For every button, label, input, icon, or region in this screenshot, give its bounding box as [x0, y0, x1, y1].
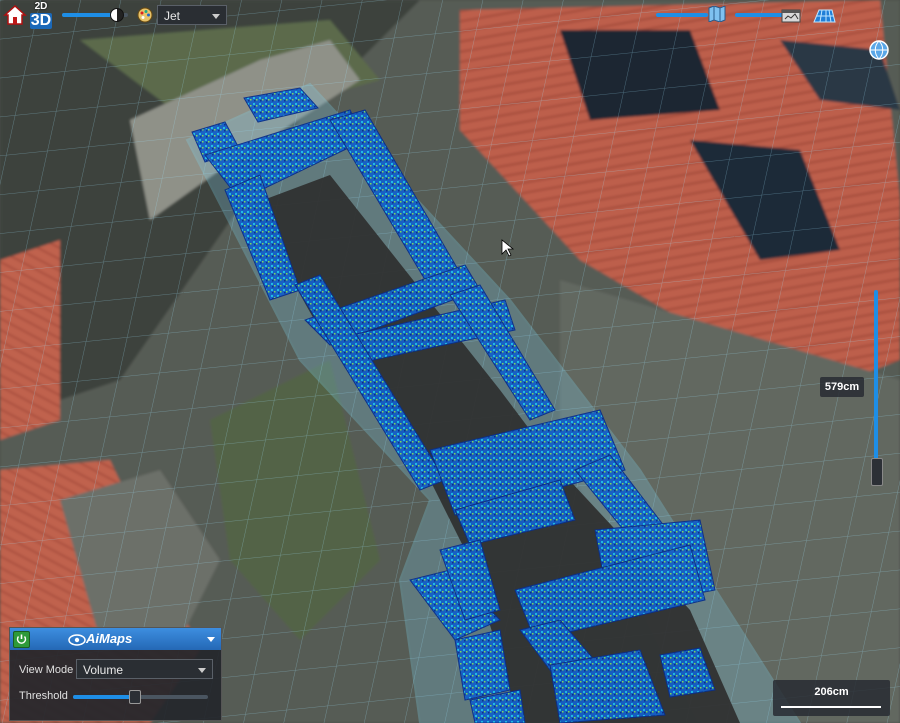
top-toolbar: 2D 3D Jet — [0, 0, 900, 60]
map-viewport[interactable] — [0, 0, 900, 723]
globe-icon[interactable] — [869, 40, 889, 65]
view-mode-value: Volume — [83, 663, 124, 677]
palette-icon — [137, 7, 153, 23]
collapse-icon[interactable] — [207, 637, 215, 642]
scale-label: 206cm — [814, 686, 849, 698]
home-icon[interactable] — [3, 3, 27, 27]
opacity-slider-knob[interactable] — [110, 8, 124, 22]
grid-icon[interactable] — [810, 6, 836, 29]
aimaps-logo-icon — [68, 633, 86, 651]
chevron-down-icon — [212, 14, 220, 19]
power-button[interactable] — [13, 631, 30, 648]
mode-3d-label: 3D — [30, 12, 52, 29]
palette-select[interactable]: Jet — [157, 5, 227, 25]
threshold-slider-knob[interactable] — [129, 690, 141, 704]
brand-name: AiMaps — [86, 631, 133, 646]
mode-2d-label: 2D — [34, 1, 48, 12]
palette-select-value: Jet — [164, 9, 181, 23]
panel-header: AiMaps — [10, 628, 221, 650]
terrain-slider[interactable] — [735, 13, 783, 17]
height-readout: 579cm — [820, 377, 864, 397]
layer-opacity-slider[interactable] — [656, 13, 708, 17]
power-icon — [16, 634, 27, 644]
map-layer-icon[interactable] — [708, 5, 726, 27]
threshold-slider-fill — [73, 695, 134, 699]
height-slider[interactable] — [874, 290, 878, 485]
view-mode-label: View Mode — [19, 664, 74, 676]
chevron-down-icon — [198, 668, 206, 673]
opacity-slider-fill — [62, 13, 114, 17]
height-slider-knob[interactable] — [871, 458, 883, 486]
aimaps-panel: AiMaps View Mode Volume Threshold — [9, 627, 222, 721]
view-mode-toggle[interactable]: 2D 3D — [30, 1, 52, 29]
terrain-icon[interactable] — [781, 7, 801, 28]
threshold-label: Threshold — [19, 690, 68, 702]
view-mode-select[interactable]: Volume — [76, 659, 213, 679]
scale-line — [781, 706, 881, 708]
scale-bar: 206cm — [773, 680, 890, 716]
